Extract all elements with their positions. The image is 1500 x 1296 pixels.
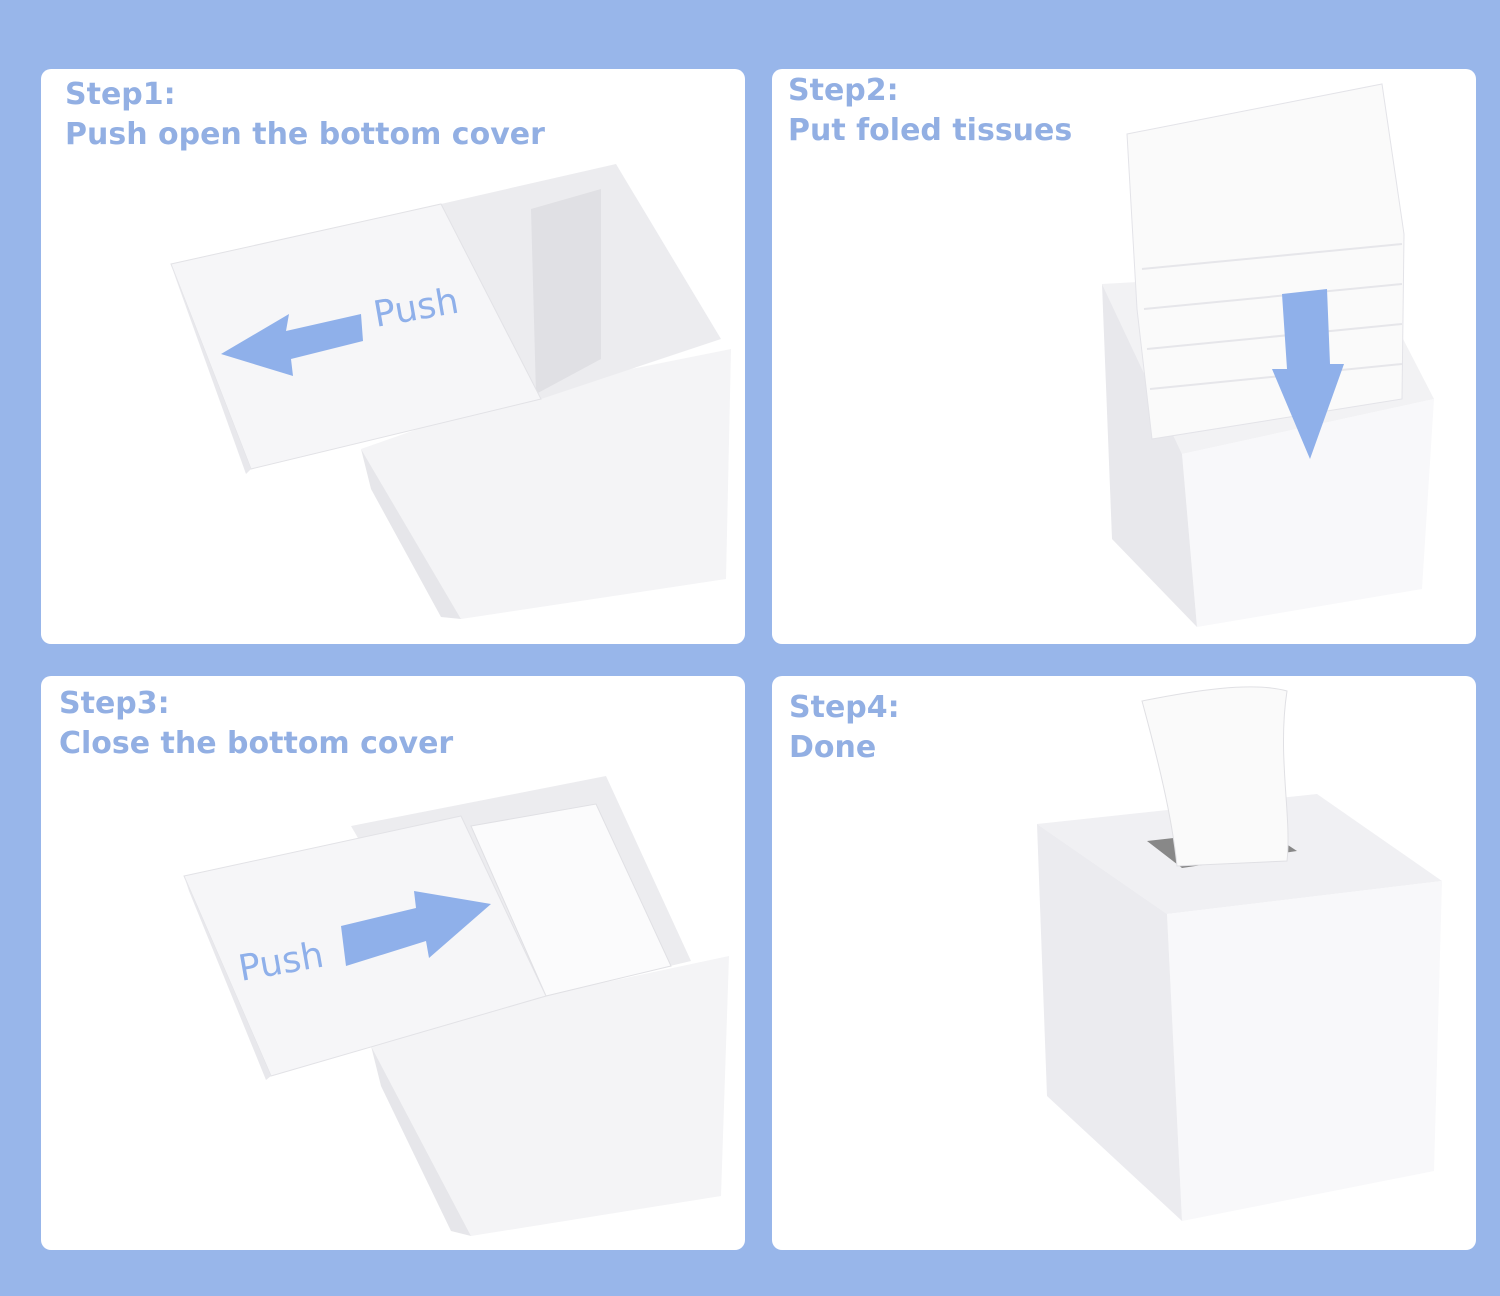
step-4-panel: Step4: Done [772,676,1476,1250]
step-2-panel: Step2: Put foled tissues [772,69,1476,644]
step-3-panel: Step3: Close the bottom cover Push [41,676,745,1250]
step-1-caption: Step1: Push open the bottom cover [65,75,545,155]
step-1-text: Push open the bottom cover [65,117,545,152]
tissue-insert-illustration [1102,83,1434,627]
step-3-text: Close the bottom cover [59,726,454,761]
step-1-label: Step1: [65,77,176,112]
step-4-label: Step4: [789,690,900,725]
step-2-text: Put foled tissues [788,113,1073,148]
step-3-label: Step3: [59,686,170,721]
step-4-caption: Step4: Done [789,688,900,768]
step-2-label: Step2: [788,73,899,108]
step-4-text: Done [789,730,877,765]
step-2-caption: Step2: Put foled tissues [788,71,1072,151]
step-1-panel: Step1: Push open the bottom cover Push [41,69,745,644]
open-box-illustration: Push [170,164,731,619]
step-3-caption: Step3: Close the bottom cover [59,684,453,764]
